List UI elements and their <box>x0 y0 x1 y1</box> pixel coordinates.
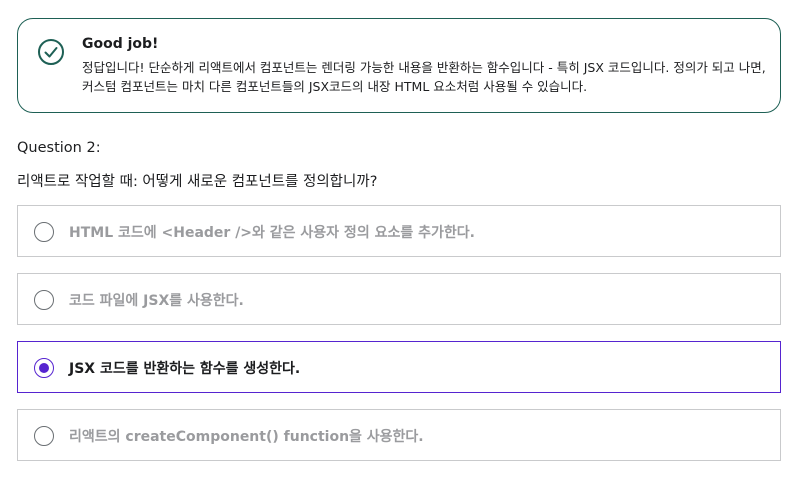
check-circle-icon <box>38 39 64 65</box>
answer-option-1[interactable]: HTML 코드에 <Header />와 같은 사용자 정의 요소를 추가한다. <box>17 205 781 257</box>
feedback-banner: Good job! 정답입니다! 단순하게 리액트에서 컴포넌트는 렌더링 가능… <box>17 18 781 113</box>
radio-button[interactable] <box>34 222 54 242</box>
answer-option-label: 리액트의 createComponent() function을 사용한다. <box>69 429 424 445</box>
answer-option-label: 코드 파일에 JSX를 사용한다. <box>69 293 244 309</box>
answer-option-label: JSX 코드를 반환하는 함수를 생성한다. <box>69 361 301 377</box>
question-number: Question 2: <box>17 140 101 156</box>
question-prompt: 리액트로 작업할 때: 어떻게 새로운 컴포넌트를 정의합니까? <box>17 174 378 190</box>
radio-button[interactable] <box>34 290 54 310</box>
answer-option-2[interactable]: 코드 파일에 JSX를 사용한다. <box>17 273 781 325</box>
feedback-title: Good job! <box>82 36 159 52</box>
answer-option-3[interactable]: JSX 코드를 반환하는 함수를 생성한다. <box>17 341 781 393</box>
answer-option-label: HTML 코드에 <Header />와 같은 사용자 정의 요소를 추가한다. <box>69 225 475 241</box>
radio-button-selected[interactable] <box>34 358 54 378</box>
radio-selected-dot <box>38 362 49 373</box>
radio-button[interactable] <box>34 426 54 446</box>
feedback-body: 정답입니다! 단순하게 리액트에서 컴포넌트는 렌더링 가능한 내용을 반환하는… <box>82 60 766 94</box>
answer-option-4[interactable]: 리액트의 createComponent() function을 사용한다. <box>17 409 781 461</box>
